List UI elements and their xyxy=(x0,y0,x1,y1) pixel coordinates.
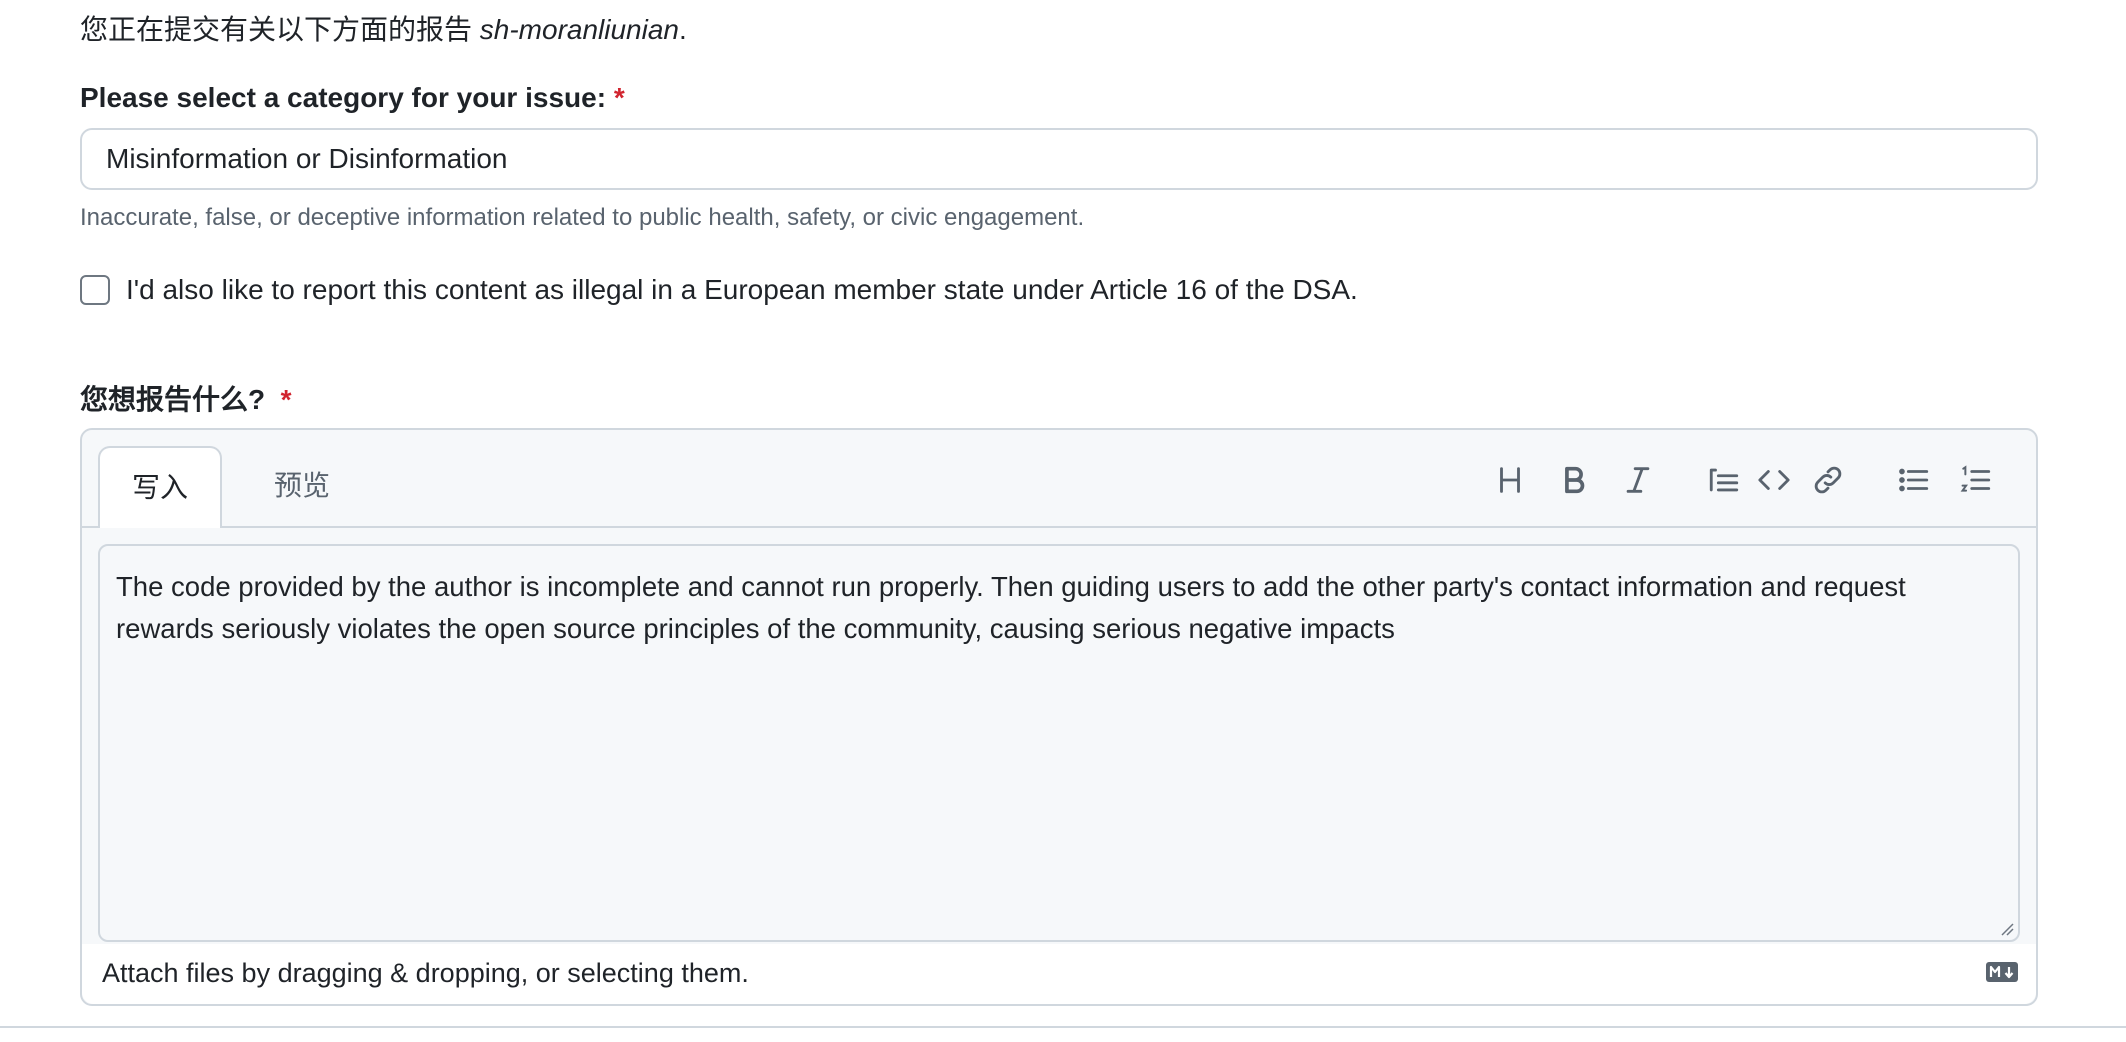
reported-username: sh-moranliunian xyxy=(479,14,679,45)
attach-files-hint[interactable]: Attach files by dragging & dropping, or … xyxy=(102,958,749,989)
resize-handle-icon[interactable] xyxy=(1998,920,2014,936)
quote-icon[interactable] xyxy=(1704,460,1744,500)
report-intro: 您正在提交有关以下方面的报告 sh-moranliunian. xyxy=(80,8,687,48)
category-select[interactable]: Misinformation or Disinformation xyxy=(80,128,2038,190)
intro-prefix: 您正在提交有关以下方面的报告 xyxy=(80,14,480,45)
editor-tabbar: 写入 预览 xyxy=(82,430,2036,528)
italic-icon[interactable] xyxy=(1618,460,1658,500)
report-text[interactable]: The code provided by the author is incom… xyxy=(116,571,1906,644)
unordered-list-icon[interactable] xyxy=(1894,460,1934,500)
bold-icon[interactable] xyxy=(1554,460,1594,500)
dsa-option[interactable]: I'd also like to report this content as … xyxy=(80,270,1358,310)
markdown-icon[interactable] xyxy=(1986,962,2018,982)
ordered-list-icon[interactable] xyxy=(1956,460,1996,500)
markdown-editor: 写入 预览 The code provided by the author is… xyxy=(80,428,2038,1006)
dsa-checkbox[interactable] xyxy=(80,275,110,305)
tab-preview[interactable]: 预览 xyxy=(242,446,362,526)
intro-suffix: . xyxy=(679,14,687,45)
category-hint: Inaccurate, false, or deceptive informat… xyxy=(80,204,1085,231)
divider xyxy=(0,1026,2126,1028)
report-label: 您想报告什么? * xyxy=(80,378,292,418)
required-marker: * xyxy=(613,82,625,113)
attach-bar[interactable]: Attach files by dragging & dropping, or … xyxy=(82,944,2036,1004)
heading-icon[interactable] xyxy=(1490,460,1530,500)
category-label: Please select a category for your issue:… xyxy=(80,82,625,114)
report-label-text: 您想报告什么? xyxy=(80,384,266,415)
category-label-text: Please select a category for your issue: xyxy=(80,82,614,113)
required-marker: * xyxy=(280,384,292,415)
report-textarea[interactable]: The code provided by the author is incom… xyxy=(98,544,2020,942)
tab-write[interactable]: 写入 xyxy=(98,446,222,528)
link-icon[interactable] xyxy=(1808,460,1848,500)
code-icon[interactable] xyxy=(1754,460,1794,500)
dsa-checkbox-label[interactable]: I'd also like to report this content as … xyxy=(126,274,1358,306)
